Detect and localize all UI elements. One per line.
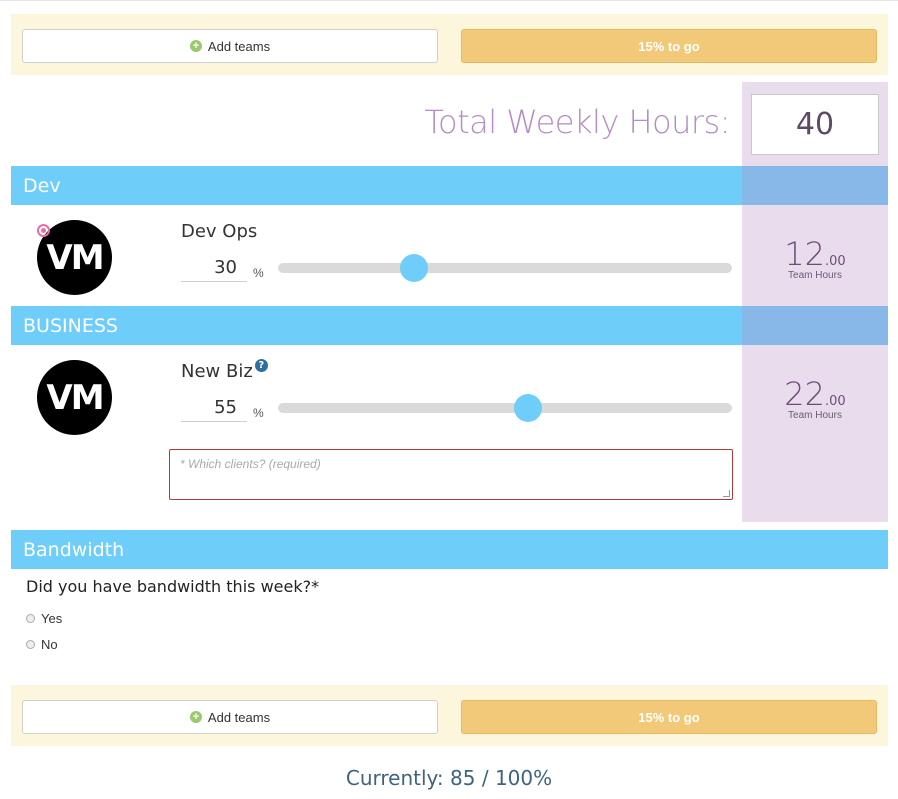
percent-value-new-biz: 55 xyxy=(214,397,237,418)
slider-thumb-dev-ops[interactable] xyxy=(400,254,429,282)
help-icon[interactable]: ? xyxy=(254,359,268,372)
percent-sign: % xyxy=(253,406,264,420)
avatar-text: VM xyxy=(46,377,104,418)
bottom-action-bar: + Add teams 15% to go xyxy=(11,685,888,746)
slider-track-dev-ops[interactable] xyxy=(278,254,732,282)
bandwidth-question: Did you have bandwidth this week?* xyxy=(26,577,320,596)
radio-label-yes: Yes xyxy=(41,611,63,626)
clients-placeholder: * Which clients? (required) xyxy=(180,457,321,471)
section-header-business: BUSINESS xyxy=(11,306,888,345)
current-value: 85 xyxy=(450,766,476,790)
total-value: / 100% xyxy=(481,766,553,790)
team-hours-whole: 22 xyxy=(784,375,826,413)
section-title-dev: Dev xyxy=(23,175,61,197)
percent-input-new-biz[interactable]: 55 xyxy=(181,396,247,422)
team-hours-fraction: .00 xyxy=(825,394,846,409)
team-hours-whole: 12 xyxy=(784,235,826,273)
section-header-dev: Dev xyxy=(11,166,888,205)
remove-team-icon[interactable] xyxy=(37,224,50,237)
add-teams-label: Add teams xyxy=(207,38,271,54)
current-total: Currently: 85 / 100% xyxy=(0,766,898,790)
total-hours-value: 40 xyxy=(795,107,835,142)
radio-button[interactable] xyxy=(26,614,35,623)
progress-label: 15% to go xyxy=(638,38,700,54)
section-title-business: BUSINESS xyxy=(23,315,118,337)
team-hours-new-biz: 22.00 Team Hours xyxy=(742,375,888,421)
team-hours-fraction: .00 xyxy=(825,254,846,269)
progress-label: 15% to go xyxy=(638,709,700,725)
team-hours-caption: Team Hours xyxy=(788,410,842,421)
percent-sign: % xyxy=(253,266,264,280)
progress-button[interactable]: 15% to go xyxy=(461,700,877,734)
progress-button[interactable]: 15% to go xyxy=(461,29,877,63)
section-header-bandwidth: Bandwidth xyxy=(11,530,888,569)
total-hours-input[interactable]: 40 xyxy=(751,94,879,155)
plus-circle-icon: + xyxy=(189,711,202,723)
section-header-dev-hours-cap xyxy=(742,166,888,205)
plus-circle-icon: + xyxy=(189,40,202,52)
percent-input-dev-ops[interactable]: 30 xyxy=(181,256,247,282)
add-teams-button[interactable]: + Add teams xyxy=(22,700,438,734)
top-action-bar: + Add teams 15% to go xyxy=(11,14,888,75)
percent-value-dev-ops: 30 xyxy=(214,257,237,278)
total-hours-label: Total Weekly Hours: xyxy=(424,103,730,141)
add-teams-label: Add teams xyxy=(207,709,271,725)
team-name-new-biz-text: New Biz xyxy=(181,361,253,382)
resize-grip-icon[interactable] xyxy=(723,490,730,497)
radio-button[interactable] xyxy=(26,640,35,649)
radio-option-yes[interactable]: Yes xyxy=(26,611,62,626)
add-teams-button[interactable]: + Add teams xyxy=(22,29,438,63)
currently-label: Currently: xyxy=(345,766,444,790)
section-title-bandwidth: Bandwidth xyxy=(23,539,125,561)
team-hours-caption: Team Hours xyxy=(788,270,842,281)
slider-thumb-new-biz[interactable] xyxy=(513,394,542,422)
clients-textarea[interactable]: * Which clients? (required) xyxy=(169,449,733,500)
section-header-business-hours-cap xyxy=(742,306,888,345)
team-name-new-biz: New Biz? xyxy=(181,359,268,382)
slider-track-new-biz[interactable] xyxy=(278,394,732,422)
top-divider xyxy=(0,0,898,1)
team-hours-dev-ops: 12.00 Team Hours xyxy=(742,235,888,281)
avatar-text: VM xyxy=(46,237,104,278)
radio-option-no[interactable]: No xyxy=(26,637,58,652)
team-name-dev-ops: Dev Ops xyxy=(181,221,258,242)
radio-label-no: No xyxy=(41,637,58,652)
avatar: VM xyxy=(37,360,112,435)
